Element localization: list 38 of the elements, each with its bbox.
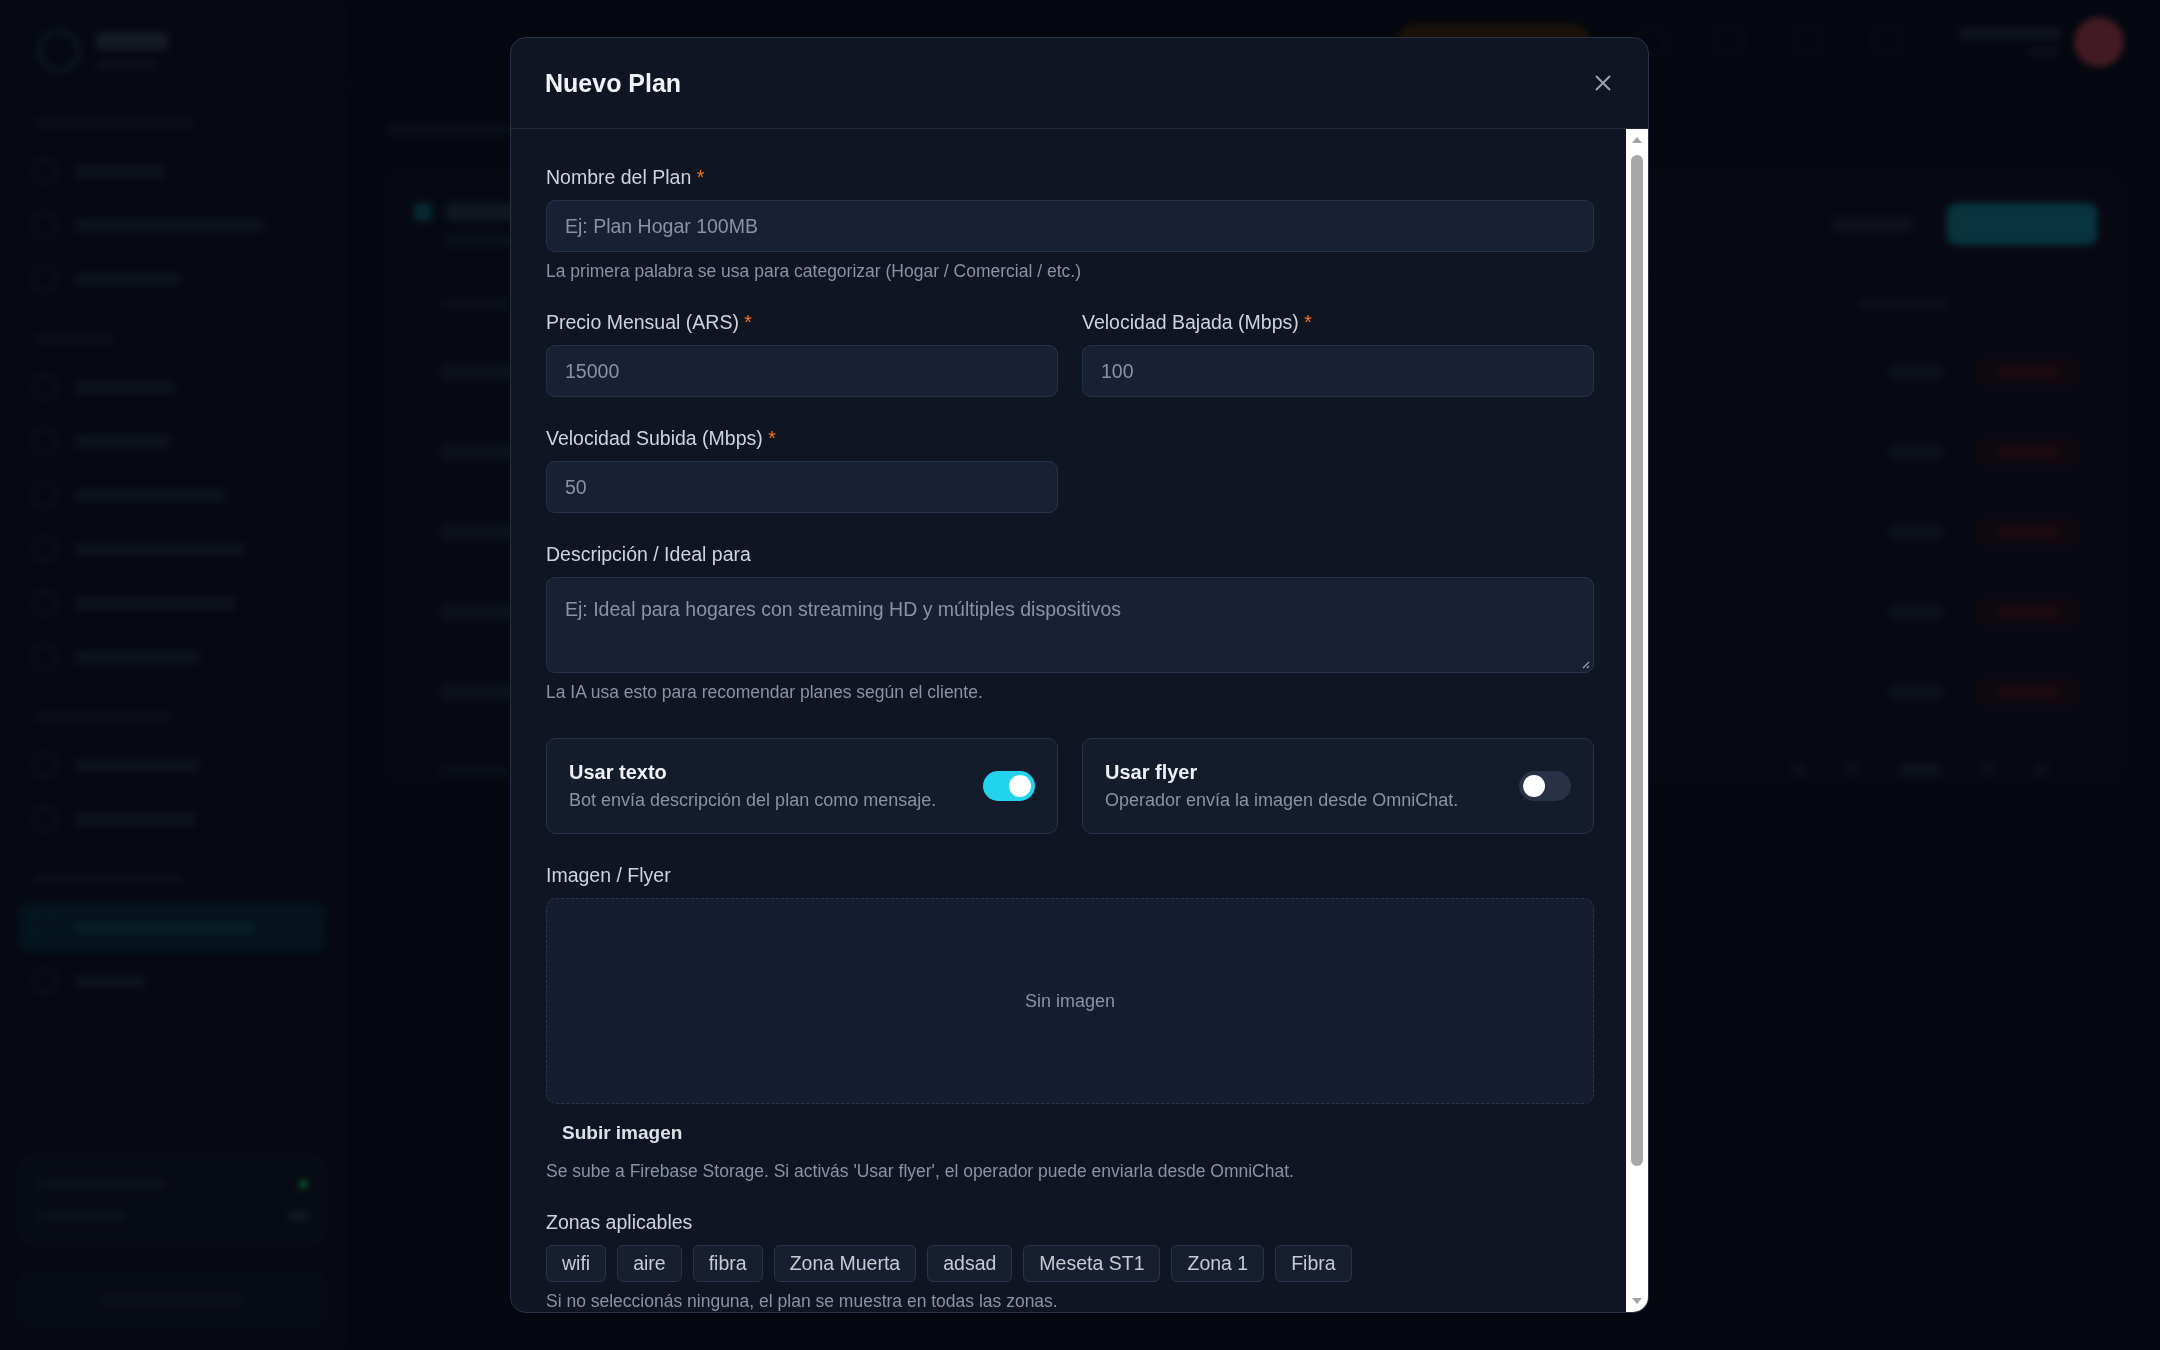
zone-chip[interactable]: Zona 1 [1171,1245,1265,1282]
zone-chip[interactable]: Fibra [1275,1245,1352,1282]
field-label: Precio Mensual (ARS) * [546,310,752,335]
resize-handle[interactable] [1580,659,1590,669]
close-icon[interactable] [1593,73,1613,93]
upload-button[interactable]: Subir imagen [546,1108,699,1152]
toggle-title: Usar texto [569,761,668,784]
scrollbar[interactable] [1626,129,1648,1312]
field-label: Velocidad Subida (Mbps) * [546,426,776,451]
field-label: Descripción / Ideal para [546,542,751,567]
input-field[interactable]: 15000 [546,345,1058,397]
hint-text: Se sube a Firebase Storage. Si activás 'Usar flyer', el operador puede enviarla desde OmniChat. [546,1161,1294,1181]
zone-chip[interactable]: adsad [927,1245,1013,1282]
toggle-switch[interactable] [983,771,1035,801]
zone-chip[interactable]: wifi [546,1245,607,1282]
scroll-thumb[interactable] [1631,155,1643,1166]
hint-text: La IA usa esto para recomendar planes según el cliente. [546,682,983,702]
field-label: Zonas aplicables [546,1210,693,1235]
input-field[interactable]: 50 [546,461,1058,513]
empty-text: Sin imagen [1024,990,1116,1012]
zone-chip[interactable]: Meseta ST1 [1023,1245,1161,1282]
toggle-description: Operador envía la imagen desde OmniChat. [1105,790,1459,811]
modal-title: Nuevo Plan [545,68,682,98]
image-dropzone[interactable]: Sin imagen [546,898,1594,1104]
zone-chip[interactable]: aire [617,1245,682,1282]
toggle-description: Bot envía descripción del plan como mensaje. [569,790,937,811]
field-label: Imagen / Flyer [546,863,671,888]
hint-text: Si no seleccionás ninguna, el plan se muestra en todas las zonas. [546,1291,1058,1311]
input-field[interactable]: Ej: Plan Hogar 100MB [546,200,1594,252]
input-field[interactable]: 100 [1082,345,1594,397]
toggle-title: Usar flyer [1105,761,1199,784]
field-label: Velocidad Bajada (Mbps) * [1082,310,1312,335]
zone-chip[interactable]: fibra [692,1245,763,1282]
toggle-switch[interactable] [1519,771,1571,801]
zone-chip[interactable]: Zona Muerta [773,1245,917,1282]
description-field[interactable]: Ej: Ideal para hogares con streaming HD y múltiples dispositivos [546,577,1594,673]
field-label: Nombre del Plan * [546,165,705,190]
hint-text: La primera palabra se usa para categorizar (Hogar / Comercial / etc.) [546,261,1081,281]
